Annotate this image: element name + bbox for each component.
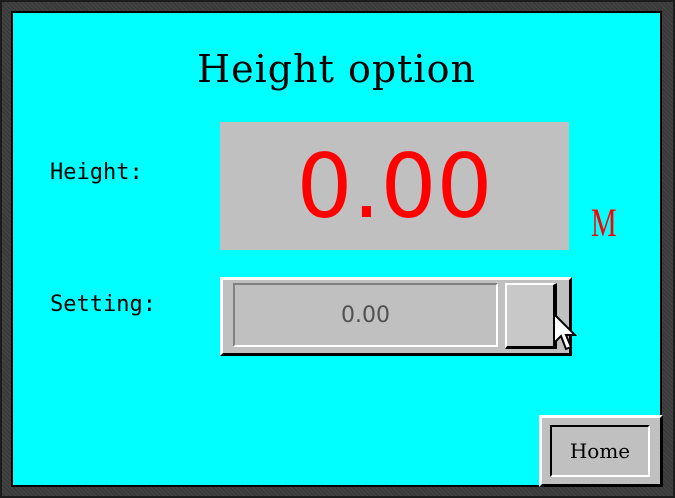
setting-keypad-button[interactable] (505, 283, 557, 349)
height-unit-label: M (591, 200, 617, 245)
height-value-display: 0.00 (220, 122, 569, 250)
home-button[interactable]: Home (539, 415, 663, 487)
setting-label: Setting: (50, 292, 156, 317)
home-button-label: Home (550, 425, 650, 477)
mouse-pointer-icon (553, 313, 577, 351)
height-label: Height: (50, 160, 143, 185)
setting-input-group: 0.00 (220, 277, 572, 356)
setting-value-field[interactable]: 0.00 (233, 283, 498, 347)
page-title: Height option (197, 47, 476, 91)
hmi-screen: Height option Height: 0.00 M Setting: 0.… (11, 11, 663, 487)
